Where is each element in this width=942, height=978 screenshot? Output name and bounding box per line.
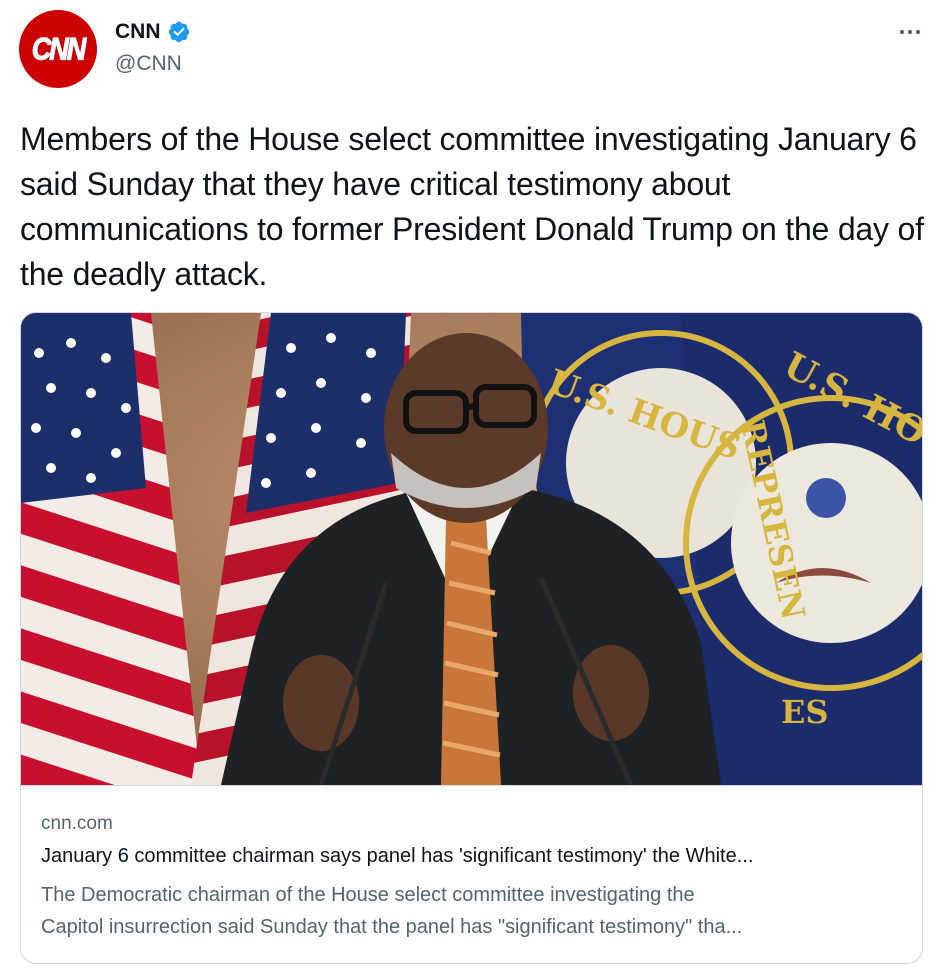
card-description-line: Capitol insurrection said Sunday that th… — [41, 916, 743, 938]
tweet-text: Members of the House select committee in… — [20, 121, 924, 292]
card-description: The Democratic chairman of the House sel… — [41, 879, 906, 943]
handle[interactable]: @CNN — [115, 52, 182, 76]
press-conference-photo: U.S. HOUS U.S. HOUSE OF REPRESEN ES — [21, 313, 922, 785]
avatar-logo-text: CNN — [31, 31, 86, 67]
link-card[interactable]: U.S. HOUS U.S. HOUSE OF REPRESEN ES — [20, 312, 923, 964]
avatar[interactable]: CNN — [19, 10, 97, 88]
seal-text-es: ES — [781, 693, 829, 731]
card-description-line: The Democratic chairman of the House sel… — [41, 884, 695, 906]
card-domain: cnn.com — [41, 813, 113, 834]
tweet: CNN CNN @CNN Members of the House select… — [0, 0, 942, 978]
author-name-row: CNN — [115, 20, 191, 44]
verified-badge-icon — [167, 20, 191, 44]
card-title: January 6 committee chairman says panel … — [41, 845, 754, 867]
card-image[interactable]: U.S. HOUS U.S. HOUSE OF REPRESEN ES — [21, 313, 922, 786]
display-name[interactable]: CNN — [115, 20, 161, 44]
more-options-icon[interactable] — [896, 22, 924, 42]
